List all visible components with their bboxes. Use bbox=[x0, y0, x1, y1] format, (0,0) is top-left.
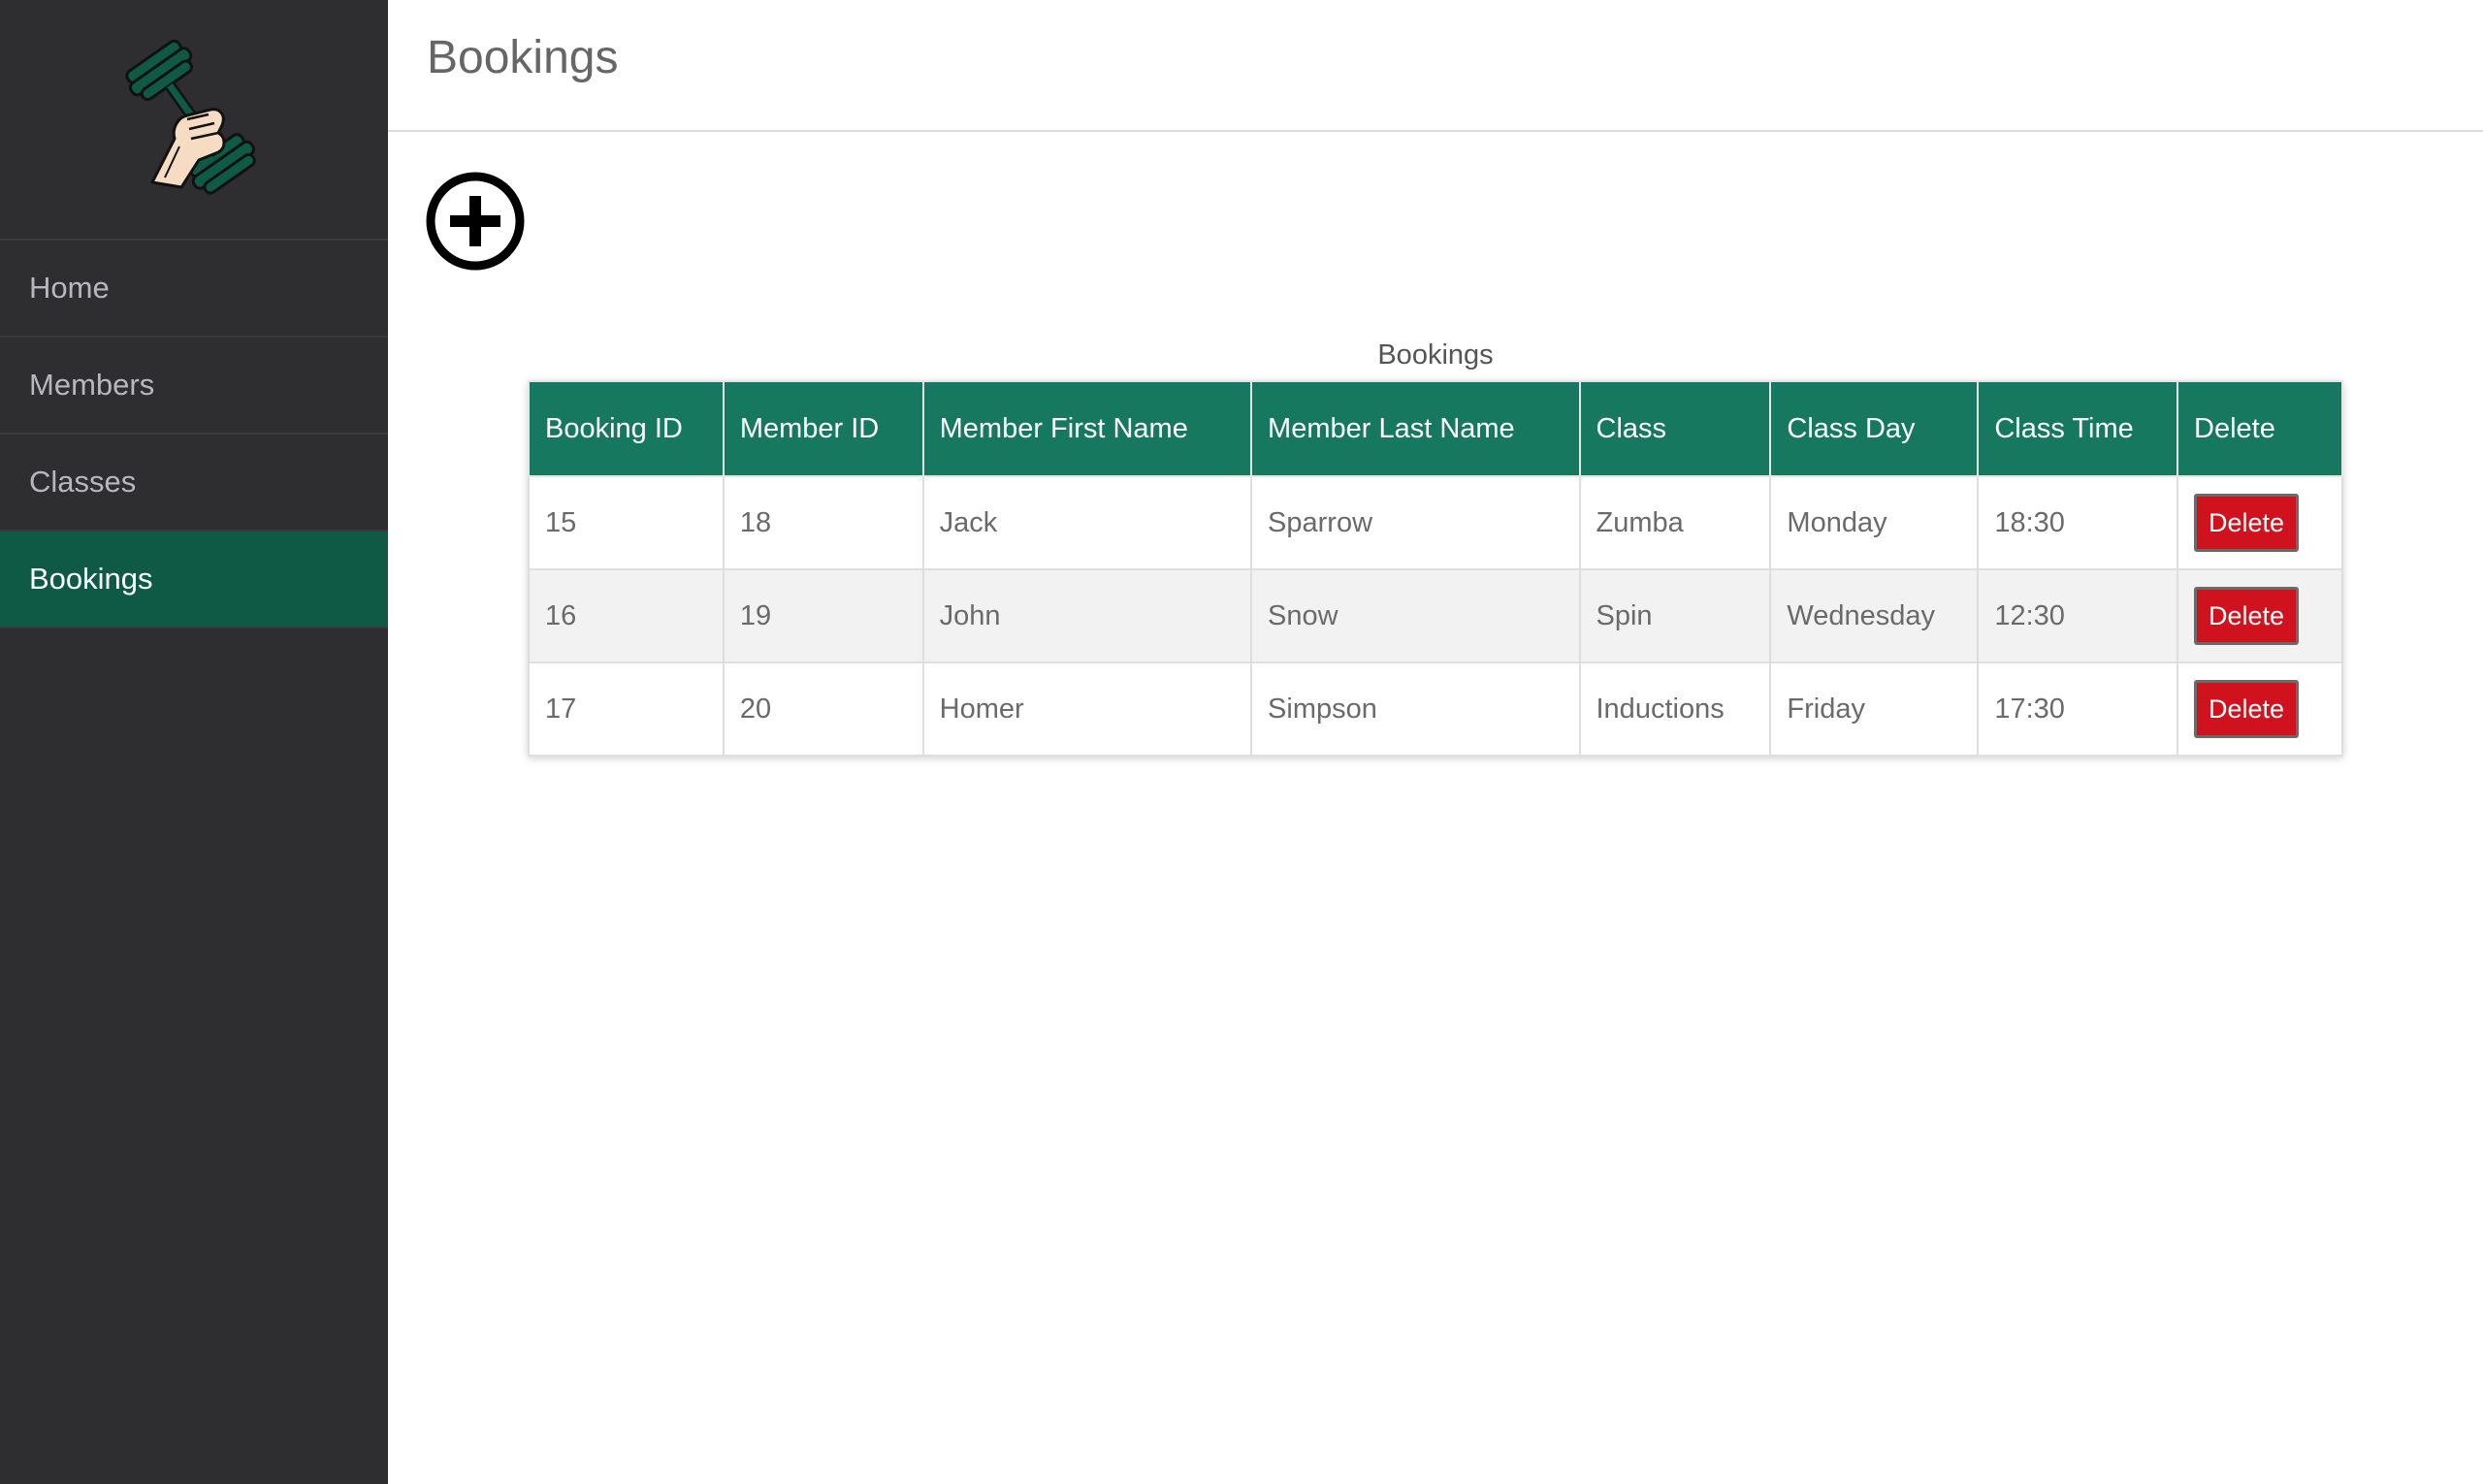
cell-last-name: Simpson bbox=[1250, 661, 1581, 757]
page-header: Bookings bbox=[388, 0, 2483, 132]
cell-delete: Delete bbox=[2177, 475, 2343, 570]
table-header-row: Booking ID Member ID Member First Name M… bbox=[528, 380, 2343, 477]
sidebar-item-home[interactable]: Home bbox=[0, 241, 388, 338]
bookings-table-container: Bookings Booking ID Member ID Member Fir… bbox=[528, 330, 2343, 757]
cell-class: Spin bbox=[1578, 568, 1772, 663]
cell-delete: Delete bbox=[2177, 661, 2343, 757]
sidebar: Home Members Classes Bookings bbox=[0, 0, 388, 1484]
cell-class-time: 17:30 bbox=[1977, 661, 2179, 757]
cell-booking-id: 16 bbox=[528, 568, 725, 663]
sidebar-item-members[interactable]: Members bbox=[0, 338, 388, 435]
cell-last-name: Sparrow bbox=[1250, 475, 1581, 570]
cell-class: Zumba bbox=[1578, 475, 1772, 570]
cell-class-day: Monday bbox=[1769, 475, 1980, 570]
cell-class-day: Friday bbox=[1769, 661, 1980, 757]
sidebar-item-label: Classes bbox=[29, 465, 137, 499]
sidebar-item-label: Home bbox=[29, 271, 110, 305]
cell-first-name: John bbox=[921, 568, 1253, 663]
cell-booking-id: 17 bbox=[528, 661, 725, 757]
dumbbell-fist-logo-icon bbox=[125, 39, 256, 195]
column-header-class-time: Class Time bbox=[1977, 380, 2179, 477]
sidebar-item-classes[interactable]: Classes bbox=[0, 435, 388, 532]
column-header-member-first-name: Member First Name bbox=[921, 380, 1253, 477]
column-header-delete: Delete bbox=[2177, 380, 2343, 477]
cell-member-id: 19 bbox=[722, 568, 924, 663]
column-header-class-day: Class Day bbox=[1769, 380, 1980, 477]
page-title: Bookings bbox=[427, 31, 619, 83]
sidebar-item-label: Bookings bbox=[29, 562, 153, 596]
cell-delete: Delete bbox=[2177, 568, 2343, 663]
column-header-class: Class bbox=[1578, 380, 1772, 477]
table-row: 17 20 Homer Simpson Inductions Friday 17… bbox=[528, 661, 2343, 757]
table-row: 16 19 John Snow Spin Wednesday 12:30 Del… bbox=[528, 568, 2343, 663]
cell-member-id: 20 bbox=[722, 661, 924, 757]
delete-button[interactable]: Delete bbox=[2194, 587, 2300, 645]
column-header-member-id: Member ID bbox=[722, 380, 924, 477]
cell-first-name: Homer bbox=[921, 661, 1253, 757]
sidebar-item-label: Members bbox=[29, 368, 155, 402]
sidebar-item-bookings[interactable]: Bookings bbox=[0, 532, 388, 629]
cell-last-name: Snow bbox=[1250, 568, 1581, 663]
cell-class-day: Wednesday bbox=[1769, 568, 1980, 663]
main-content: Bookings Bookings Booking ID Member ID M… bbox=[388, 0, 2483, 1484]
cell-class-time: 18:30 bbox=[1977, 475, 2179, 570]
cell-class-time: 12:30 bbox=[1977, 568, 2179, 663]
logo[interactable] bbox=[0, 0, 388, 241]
table-row: 15 18 Jack Sparrow Zumba Monday 18:30 De… bbox=[528, 475, 2343, 570]
column-header-booking-id: Booking ID bbox=[528, 380, 725, 477]
delete-button[interactable]: Delete bbox=[2194, 494, 2300, 552]
cell-class: Inductions bbox=[1578, 661, 1772, 757]
cell-first-name: Jack bbox=[921, 475, 1253, 570]
cell-member-id: 18 bbox=[722, 475, 924, 570]
bookings-table: Booking ID Member ID Member First Name M… bbox=[528, 380, 2343, 757]
add-booking-button[interactable] bbox=[425, 171, 526, 272]
plus-circle-icon bbox=[426, 172, 525, 271]
cell-booking-id: 15 bbox=[528, 475, 725, 570]
delete-button[interactable]: Delete bbox=[2194, 680, 2300, 738]
table-caption: Bookings bbox=[1377, 339, 1494, 371]
column-header-member-last-name: Member Last Name bbox=[1250, 380, 1581, 477]
